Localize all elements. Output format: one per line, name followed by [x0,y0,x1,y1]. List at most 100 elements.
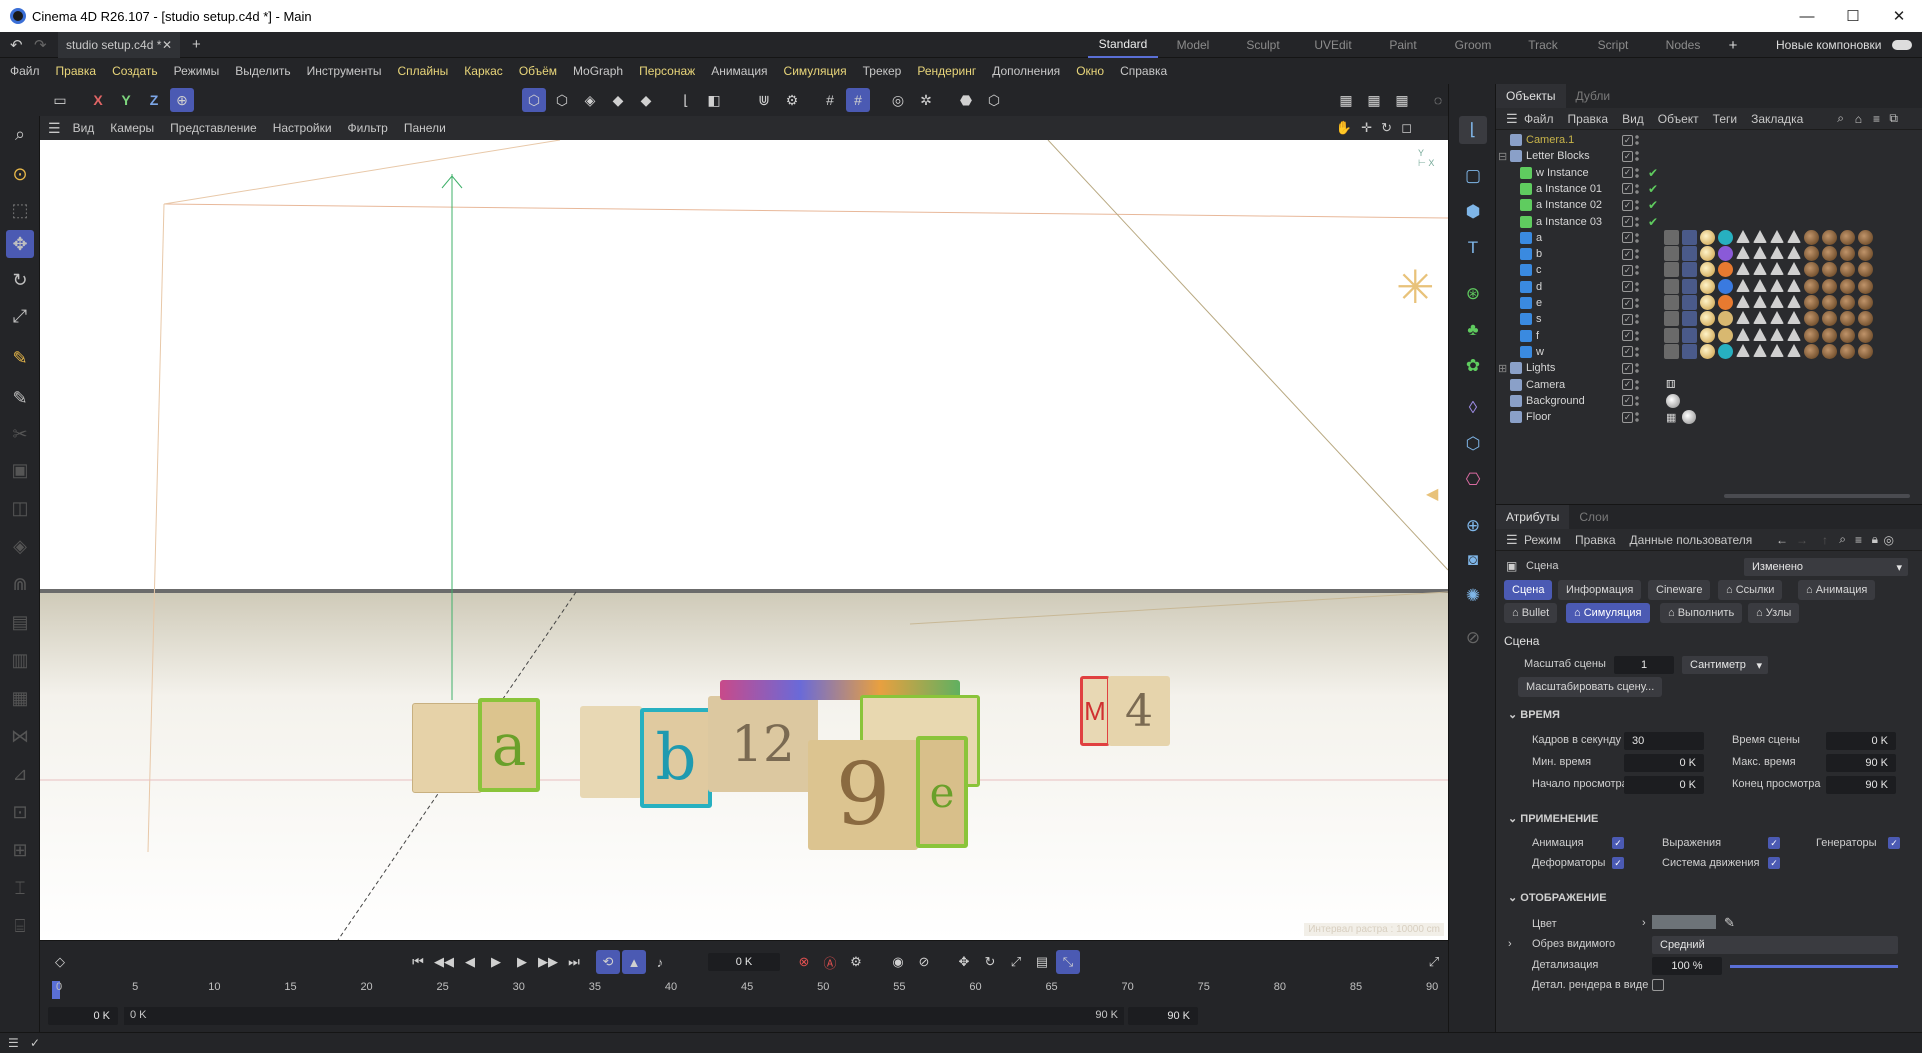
bevel-icon[interactable]: ◫ [6,494,34,522]
position-key-icon[interactable]: ✥ [952,950,976,974]
material-tag-icon[interactable] [1858,327,1873,343]
current-frame-field[interactable]: 0 K [708,953,780,971]
uv-mode-icon[interactable]: ◆ [606,88,630,112]
snap-settings-icon[interactable]: ⚙ [780,88,804,112]
paint-icon[interactable]: ▥ [6,646,34,674]
color-expand-icon[interactable]: › [1642,917,1646,929]
material-tag-icon[interactable] [1700,343,1715,359]
layout-tab-paint[interactable]: Paint [1368,38,1438,52]
move-view-icon[interactable]: ✛ [1361,120,1372,136]
light-object-icon[interactable]: ✳ [1396,260,1435,314]
material-tag-icon[interactable] [1804,327,1819,343]
param-key-icon[interactable]: ▤ [1030,950,1054,974]
material-tag-icon[interactable] [1840,295,1855,310]
material-tag-icon[interactable] [1804,311,1819,327]
material-tag-icon[interactable] [1858,246,1873,262]
letter-block-m[interactable]: M [1080,676,1110,746]
z-axis-button[interactable]: Z [142,88,166,112]
sound-icon[interactable]: ♪ [648,950,672,974]
material-tag-icon[interactable] [1840,311,1855,327]
viewport-menu-display[interactable]: Представление [170,121,257,135]
material-tag-icon[interactable] [1664,311,1679,327]
search-icon[interactable]: ⌕ [6,120,34,148]
material-tag-icon[interactable] [1753,343,1767,357]
light-create-icon[interactable]: ✺ [1459,582,1487,610]
previous-key-icon[interactable]: ◀◀ [432,950,456,974]
objects-menu-object[interactable]: Объект [1658,112,1699,126]
material-tag-icon[interactable] [1718,327,1733,343]
time-section-header[interactable]: ⌄ ВРЕМЯ [1508,708,1560,721]
detail-input[interactable]: 100 % [1652,957,1722,975]
detail-slider[interactable] [1730,965,1898,968]
material-tag-icon[interactable] [1682,327,1697,343]
create-icon[interactable]: ⬡ [982,88,1006,112]
weld-icon[interactable]: ⋈ [6,722,34,750]
menu-file[interactable]: Файл [10,64,40,78]
render-visibility-dots[interactable] [1635,166,1639,179]
add-tab-icon[interactable]: + [192,36,201,53]
range-slider[interactable]: 0 K 90 K [124,1007,1124,1025]
scene-globe-icon[interactable]: ⊕ [1459,512,1487,540]
render-visibility-dots[interactable] [1635,199,1639,212]
edit-render-settings-icon[interactable]: ▦ [1390,88,1414,112]
material-tag-icon[interactable] [1700,278,1715,294]
material-tag-icon[interactable] [1682,343,1697,359]
solo-icon[interactable]: ◧ [702,88,726,112]
takes-tab[interactable]: Дубли [1566,84,1621,108]
material-tag-icon[interactable] [1822,343,1837,359]
material-tag-icon[interactable] [1718,229,1733,245]
visibility-toggle[interactable]: ✓ [1622,346,1633,358]
keyframe-selection-icon[interactable]: ◉ [886,950,910,974]
menu-edit[interactable]: Правка [56,64,97,78]
material-tag-icon[interactable] [1840,327,1855,343]
attributes-menu-userdata[interactable]: Данные пользователя [1630,533,1753,547]
simulation-tab-button[interactable]: ⌂ Симуляция [1566,603,1650,623]
material-tag-icon[interactable] [1840,278,1855,294]
material-tag-icon[interactable] [1804,246,1819,262]
color-swatch[interactable] [1652,915,1716,929]
extrude-icon[interactable]: ▣ [6,456,34,484]
visibility-toggle[interactable]: ✓ [1622,379,1633,390]
links-tab-button[interactable]: ⌂ Ссылки [1718,580,1783,600]
compass-icon[interactable]: ⊘ [1459,624,1487,652]
key-settings-icon[interactable]: ⚙ [844,950,868,974]
visibility-toggle[interactable]: ✓ [1622,264,1633,276]
dope-sheet-icon[interactable]: ⊘ [912,950,936,974]
rotate-view-icon[interactable]: ↻ [1381,120,1392,136]
material-tag-icon[interactable] [1700,246,1715,262]
camera-create-icon[interactable]: ◙ [1459,546,1487,574]
visibility-toggle[interactable]: ✓ [1622,199,1633,211]
polygons-mode-icon[interactable]: ◈ [578,88,602,112]
material-tag-icon[interactable] [1664,327,1679,343]
enabled-check-icon[interactable]: ✔ [1648,182,1658,196]
selection-icon[interactable]: ⬚ [6,196,34,224]
material-tag-icon[interactable] [1787,311,1801,325]
null-object-icon[interactable]: ⌊ [1459,116,1487,144]
letter-block-b[interactable]: b [640,708,712,808]
next-frame-icon[interactable]: ▶ [510,950,534,974]
viewport-solo-icon[interactable]: ⬣ [954,88,978,112]
render-visibility-dots[interactable] [1635,313,1639,326]
deformers-checkbox[interactable]: ✓ [1612,857,1624,869]
render-visibility-dots[interactable] [1635,182,1639,195]
material-tag-icon[interactable] [1822,278,1837,294]
mograph-effector-icon[interactable]: ♣ [1459,316,1487,344]
render-detail-checkbox[interactable] [1652,979,1664,991]
close-window-button[interactable]: ✕ [1876,0,1922,32]
render-visibility-dots[interactable] [1635,231,1639,244]
material-tag-icon[interactable] [1718,295,1733,310]
material-tag-icon[interactable] [1787,278,1801,292]
close-tab-icon[interactable]: ✕ [162,38,172,52]
render-settings-icon[interactable]: ✲ [914,88,938,112]
letter-block-a[interactable]: a [478,698,540,792]
timeline-expand-icon[interactable]: ⤢ [1422,950,1446,974]
render-visibility-dots[interactable] [1635,411,1639,424]
layout-tab-uvedit[interactable]: UVEdit [1298,38,1368,52]
material-tag-icon[interactable] [1736,343,1750,357]
material-tag-icon[interactable] [1664,246,1679,262]
attributes-search-icon[interactable]: ⌕ [1839,532,1846,547]
attributes-menu-mode[interactable]: Режим [1524,533,1561,547]
attributes-filter-icon[interactable]: ≡ [1855,533,1862,547]
material-tag-icon[interactable] [1753,278,1767,292]
render-visibility-dots[interactable] [1635,264,1639,277]
